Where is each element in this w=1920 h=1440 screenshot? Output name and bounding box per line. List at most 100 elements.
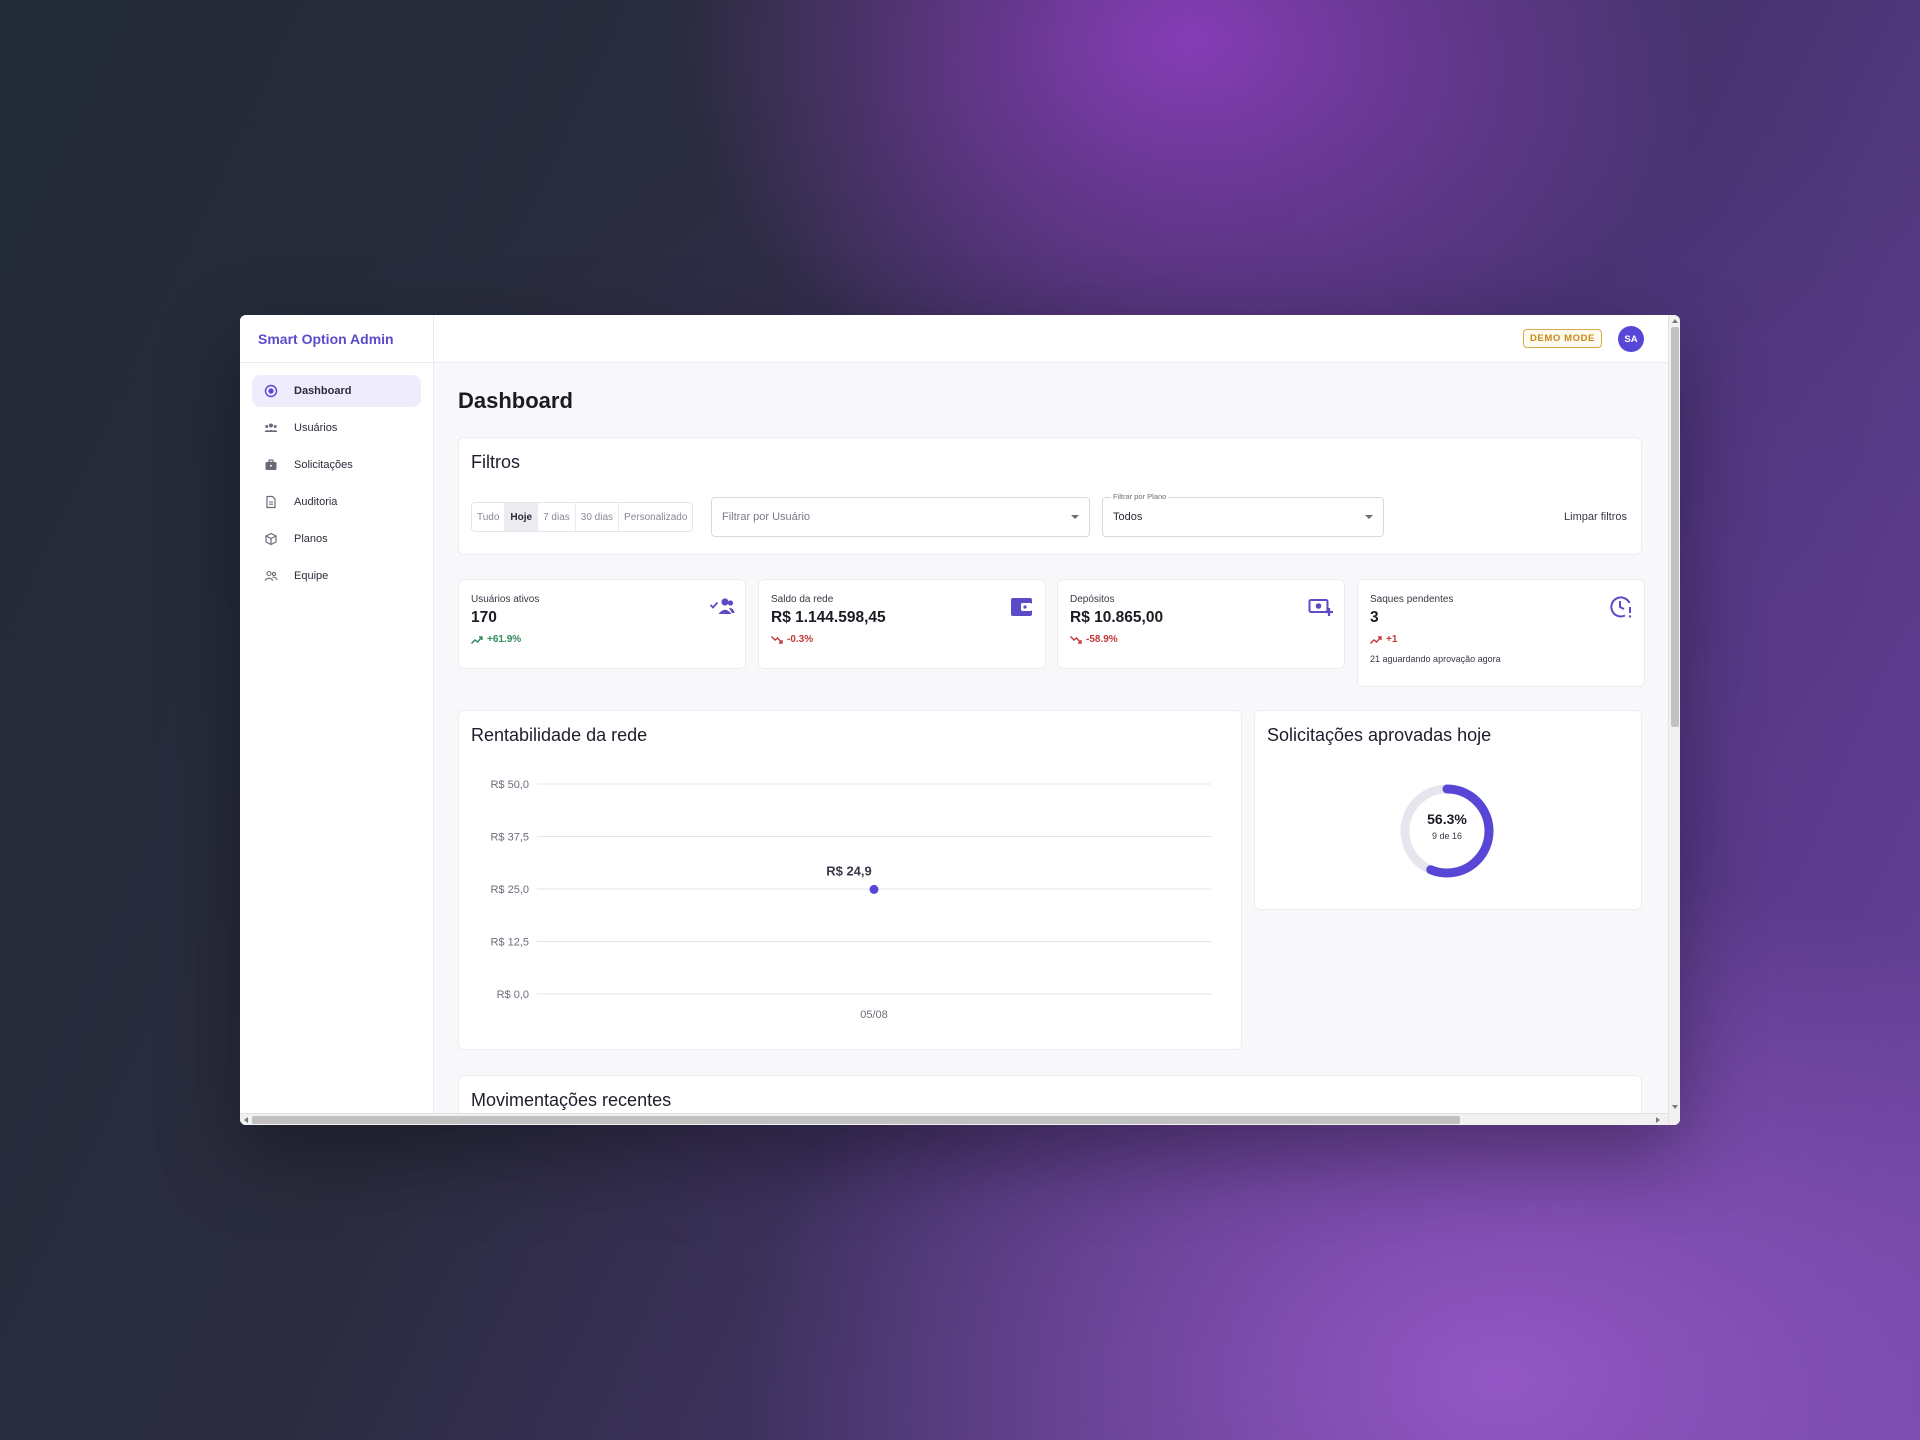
filters-title: Filtros [471, 452, 520, 472]
y-tick-label: R$ 0,0 [497, 989, 529, 1001]
recent-movements-card: Movimentações recentes [458, 1075, 1642, 1113]
sidebar-item-label: Usuários [294, 422, 338, 434]
sidebar-item-dashboard[interactable]: Dashboard [252, 375, 421, 407]
stat-card-saques-pendentes: Saques pendentes 3 +1 21 aguardando apro… [1357, 579, 1645, 687]
stat-note: 21 aguardando aprovação agora [1370, 654, 1501, 664]
y-axis-ticks: R$ 50,0 R$ 37,5 R$ 25,0 R$ 12,5 R$ 0,0 [490, 779, 529, 1001]
plan-filter-select[interactable]: Filtrar por Plano Todos [1102, 492, 1384, 537]
donut-sub-label: 9 de 16 [1431, 831, 1463, 841]
period-personalizado-button[interactable]: Personalizado [619, 503, 692, 531]
filters-card: Filtros Tudo Hoje 7 dias 30 dias Persona… [458, 437, 1642, 555]
users-icon [264, 421, 278, 435]
top-bar: DEMO MODE SA [434, 315, 1668, 363]
sidebar-item-planos[interactable]: Planos [252, 523, 421, 555]
period-30-dias-button[interactable]: 30 dias [576, 503, 620, 531]
main-content: Dashboard Filtros Tudo Hoje 7 dias 30 di… [434, 363, 1668, 1113]
sidebar-item-solicitacoes[interactable]: Solicitações [252, 449, 421, 481]
horizontal-scroll-thumb[interactable] [252, 1116, 1460, 1124]
avatar[interactable]: SA [1618, 326, 1644, 352]
app-window: Smart Option Admin Dashboard Usuários So… [240, 315, 1680, 1125]
trend-down-icon [1070, 635, 1082, 644]
sidebar-item-usuarios[interactable]: Usuários [252, 412, 421, 444]
user-filter-select[interactable]: Filtrar por Usuário [711, 497, 1090, 537]
horizontal-scrollbar[interactable] [240, 1113, 1668, 1125]
plan-filter-label: Filtrar por Plano [1111, 492, 1169, 501]
sidebar: Smart Option Admin Dashboard Usuários So… [240, 315, 434, 1125]
user-filter-placeholder: Filtrar por Usuário [722, 511, 811, 523]
trend-down-icon [771, 635, 783, 644]
donut-card: Solicitações aprovadas hoje 56.3% 9 de 1… [1254, 710, 1642, 910]
scroll-down-icon[interactable] [1672, 1105, 1678, 1109]
line-chart: R$ 50,0 R$ 37,5 R$ 25,0 R$ 12,5 R$ 0,0 R$ 24… [490, 779, 1211, 1021]
clear-filters-button[interactable]: Limpar filtros [1564, 511, 1627, 523]
sidebar-item-label: Equipe [294, 570, 329, 582]
trend-up-icon [1370, 635, 1382, 644]
briefcase-icon [264, 458, 278, 472]
x-tick-label: 05/08 [860, 1009, 888, 1021]
box-icon [264, 532, 278, 546]
stat-delta-value: +1 [1386, 634, 1398, 645]
vertical-scroll-thumb[interactable] [1671, 327, 1679, 727]
stat-delta-value: -58.9% [1086, 634, 1118, 645]
plan-filter-value: Todos [1113, 511, 1143, 523]
stat-value: R$ 10.865,00 [1070, 609, 1164, 626]
clock-alert-icon [1608, 594, 1634, 620]
sidebar-item-auditoria[interactable]: Auditoria [252, 486, 421, 518]
period-7-dias-button[interactable]: 7 dias [538, 503, 576, 531]
stat-label: Depósitos [1070, 594, 1115, 605]
demo-mode-badge: DEMO MODE [1522, 329, 1602, 348]
document-icon [264, 495, 278, 509]
scroll-right-icon[interactable] [1656, 1117, 1660, 1123]
stat-delta-value: +61.9% [487, 634, 522, 645]
page-title: Dashboard [458, 388, 573, 413]
stat-delta: +61.9% [471, 634, 521, 645]
team-icon [264, 569, 278, 583]
sidebar-item-label: Planos [294, 533, 328, 545]
y-tick-label: R$ 12,5 [490, 937, 529, 949]
data-point[interactable] [869, 884, 879, 894]
sidebar-item-label: Auditoria [294, 496, 338, 508]
recent-movements-title: Movimentações recentes [471, 1090, 672, 1110]
y-tick-label: R$ 25,0 [490, 884, 529, 896]
trend-up-icon [471, 635, 483, 644]
y-tick-label: R$ 50,0 [490, 779, 529, 791]
sidebar-item-label: Solicitações [294, 459, 353, 471]
scroll-left-icon[interactable] [244, 1117, 248, 1123]
stat-label: Usuários ativos [471, 594, 540, 605]
brand-title[interactable]: Smart Option Admin [240, 315, 433, 363]
stat-delta-value: -0.3% [787, 634, 814, 645]
stat-card-depositos: Depósitos R$ 10.865,00 -58.9% [1057, 579, 1345, 669]
stat-label: Saques pendentes [1370, 594, 1454, 605]
sidebar-item-label: Dashboard [294, 385, 352, 397]
stat-delta: +1 [1370, 634, 1397, 645]
stat-card-saldo-da-rede: Saldo da rede R$ 1.144.598,45 -0.3% [758, 579, 1046, 669]
wallet-icon [1009, 594, 1035, 620]
x-axis-ticks: 05/08 [860, 1009, 888, 1021]
sidebar-item-equipe[interactable]: Equipe [252, 560, 421, 592]
data-label: R$ 24,9 [826, 863, 872, 878]
period-hoje-button[interactable]: Hoje [505, 503, 539, 531]
donut-title: Solicitações aprovadas hoje [1267, 725, 1492, 745]
vertical-scrollbar[interactable] [1668, 315, 1680, 1125]
dashboard-icon [264, 384, 278, 398]
cash-plus-icon [1308, 594, 1334, 620]
y-tick-label: R$ 37,5 [490, 832, 529, 844]
chevron-down-icon [1071, 515, 1079, 519]
sidebar-nav: Dashboard Usuários Solicitações Auditori… [240, 363, 433, 592]
stat-value: 170 [471, 609, 497, 626]
line-chart-card: Rentabilidade da rede R$ 50,0 R$ 37,5 R$ 2… [458, 710, 1242, 1050]
period-toggle-group: Tudo Hoje 7 dias 30 dias Personalizado [471, 502, 694, 532]
period-tudo-button[interactable]: Tudo [472, 503, 506, 531]
users-check-icon [709, 594, 735, 620]
donut-chart: 56.3% 9 de 16 [1397, 781, 1497, 881]
stat-value: 3 [1370, 609, 1379, 626]
line-chart-title: Rentabilidade da rede [471, 725, 648, 745]
stat-delta: -58.9% [1070, 634, 1118, 645]
stat-delta: -0.3% [771, 634, 813, 645]
chevron-down-icon [1365, 515, 1373, 519]
scroll-up-icon[interactable] [1672, 319, 1678, 323]
stat-label: Saldo da rede [771, 594, 834, 605]
stat-card-usuarios-ativos: Usuários ativos 170 +61.9% [458, 579, 746, 669]
donut-percent: 56.3% [1427, 811, 1467, 827]
stat-value: R$ 1.144.598,45 [771, 609, 886, 626]
